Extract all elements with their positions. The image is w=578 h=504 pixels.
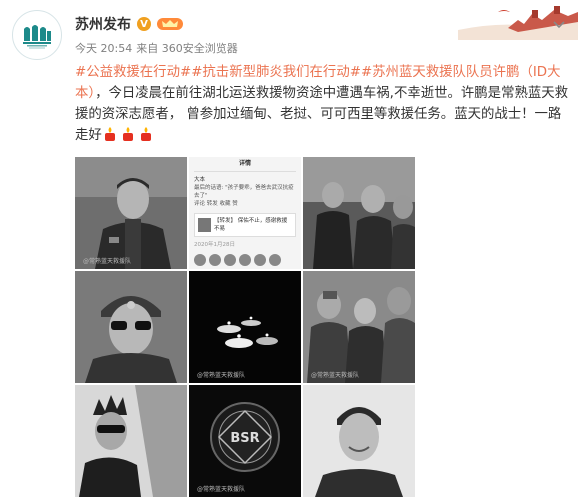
candle-icon: [140, 127, 151, 141]
account-avatar[interactable]: [12, 10, 62, 60]
account-name[interactable]: 苏州发布: [75, 14, 131, 34]
post-source: 来自 360安全浏览器: [136, 42, 238, 55]
verified-badge-icon: V: [137, 17, 151, 31]
image-watermark: @常熟蓝天救援队: [311, 372, 360, 379]
photo-candles[interactable]: @常熟蓝天救援队: [189, 271, 301, 383]
candle-icon: [122, 127, 133, 141]
candle-icon: [104, 127, 115, 141]
image-watermark: @常熟蓝天救援队: [83, 258, 132, 265]
photo-sunglasses-portrait[interactable]: [75, 271, 187, 383]
screenshot-card: 【转发】 保佑不止，感谢救援不易: [194, 213, 296, 237]
screenshot-actions: 评论 转发 收藏 赞: [194, 201, 238, 207]
photo-team-group[interactable]: [303, 157, 415, 269]
image-grid: @常熟蓝天救援队 详情 大本 最后的话语: "孩子要乖，爸爸去武汉抗疫去了" 评…: [75, 157, 415, 497]
screenshot-like-avatars: [194, 254, 296, 266]
photo-car-window[interactable]: [75, 385, 187, 497]
post-time[interactable]: 今天 20:54: [75, 40, 132, 56]
photo-smiling-portrait[interactable]: [303, 385, 415, 497]
image-watermark: @常熟蓝天救援队: [197, 372, 246, 379]
screenshot-user: 大本: [194, 177, 206, 183]
screenshot-card-text: 【转发】 保佑不止，感谢救援不易: [213, 218, 288, 232]
chevron-down-icon[interactable]: [552, 20, 566, 30]
photo-crowd[interactable]: @常熟蓝天救援队: [303, 271, 415, 383]
screenshot-date: 2020年1月28日: [194, 242, 235, 248]
photo-screenshot-post[interactable]: 详情 大本 最后的话语: "孩子要乖，爸爸去武汉抗疫去了" 评论 转发 收藏 赞…: [189, 157, 301, 269]
screenshot-quote: 最后的话语: "孩子要乖，爸爸去武汉抗疫去了": [194, 185, 294, 199]
photo-portrait-uniform[interactable]: @常熟蓝天救援队: [75, 157, 187, 269]
photo-bsr-badge[interactable]: BSR @常熟蓝天救援队: [189, 385, 301, 497]
suzhou-logo-icon: [16, 14, 58, 56]
member-crown-icon[interactable]: [157, 17, 183, 31]
screenshot-title: 详情: [194, 160, 296, 172]
hashtag-link[interactable]: #公益救援在行动#: [75, 65, 191, 80]
hashtag-link[interactable]: #抗击新型肺炎我们在行动#: [191, 65, 361, 80]
svg-text:BSR: BSR: [230, 431, 259, 446]
post-text: #公益救援在行动##抗击新型肺炎我们在行动##苏州蓝天救援队队员许鹏（ID大本）…: [75, 62, 569, 146]
image-watermark: @常熟蓝天救援队: [197, 486, 246, 493]
candle-emoji-group: [102, 127, 156, 143]
